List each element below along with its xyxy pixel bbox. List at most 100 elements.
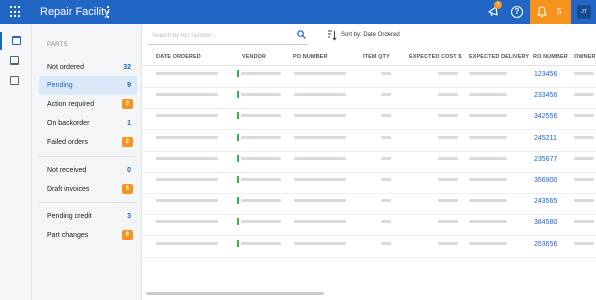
filter-panel: PARTS Not ordered 32 Pending 9 Action re… — [32, 24, 142, 300]
placeholder-bar — [381, 93, 391, 97]
filter-not-ordered[interactable]: Not ordered 32 — [39, 58, 137, 77]
filter-draft-invoices[interactable]: Draft invoices 5 — [39, 180, 137, 199]
filter-count-badge: 9 — [121, 230, 133, 240]
column-header[interactable]: OWNER — [574, 54, 596, 61]
column-header[interactable]: EXPECTED DELIVERY — [469, 54, 529, 61]
placeholder-bar — [156, 241, 218, 245]
ro-number-link[interactable]: 253656 — [534, 240, 557, 249]
filter-label: Not ordered — [47, 64, 84, 71]
notifications-button[interactable]: 5 — [530, 0, 571, 24]
user-avatar[interactable]: JT — [577, 5, 591, 19]
app-launcher-icon[interactable] — [10, 6, 22, 18]
filter-not-received[interactable]: Not received 0 — [39, 161, 137, 180]
placeholder-bar — [156, 199, 218, 203]
placeholder-bar — [574, 135, 594, 139]
placeholder-bar — [469, 72, 507, 75]
top-bar: Repair Facility 2 ? 5 JT — [0, 0, 596, 24]
placeholder-bar — [381, 72, 391, 75]
placeholder-bar — [294, 135, 346, 139]
placeholder-bar — [241, 241, 281, 245]
placeholder-bar — [438, 114, 458, 118]
horizontal-scrollbar[interactable] — [146, 292, 324, 295]
filter-on-backorder[interactable]: On backorder 1 — [39, 114, 137, 133]
placeholder-bar — [574, 220, 594, 224]
ro-number-link[interactable]: 356900 — [534, 176, 557, 185]
table-row[interactable]: 123456 — [142, 66, 596, 88]
placeholder-bar — [294, 199, 346, 203]
placeholder-bar — [294, 220, 346, 224]
table-row[interactable]: 245211 — [142, 130, 596, 152]
placeholder-bar — [241, 135, 281, 139]
filter-count-badge: 3 — [121, 99, 133, 109]
table-header: DATE ORDERED VENDOR PO NUMBER ITEM QTY E… — [142, 49, 596, 66]
filter-action-required[interactable]: Action required 3 — [39, 95, 137, 114]
placeholder-bar — [469, 220, 507, 224]
placeholder-bar — [241, 156, 281, 160]
ro-number-link[interactable]: 233456 — [534, 91, 557, 100]
placeholder-bar — [574, 114, 594, 118]
more-options-icon[interactable] — [106, 6, 110, 18]
notification-count: 5 — [557, 7, 562, 16]
rail-item-card-view[interactable] — [0, 52, 31, 70]
placeholder-bar — [381, 178, 391, 181]
rail-item-table-view[interactable] — [0, 32, 31, 50]
filter-divider — [39, 156, 137, 157]
table-row[interactable]: 235677 — [142, 151, 596, 173]
vendor-status-marker — [237, 70, 239, 77]
column-header[interactable]: RO NUMBER — [533, 54, 568, 61]
help-icon[interactable]: ? — [511, 6, 523, 18]
placeholder-bar — [469, 93, 507, 97]
vendor-status-marker — [237, 133, 239, 141]
ro-number-link[interactable]: 342556 — [534, 112, 557, 121]
filter-label: On backorder — [47, 120, 90, 127]
column-header[interactable]: PO NUMBER — [293, 54, 328, 61]
filter-count: 0 — [127, 167, 131, 174]
rail-item-documents[interactable] — [0, 72, 31, 90]
filter-pending[interactable]: Pending 9 — [39, 76, 137, 95]
column-header[interactable]: VENDOR — [242, 54, 266, 61]
placeholder-bar — [438, 199, 458, 203]
column-header[interactable]: EXPECTED COST $ — [409, 54, 462, 61]
ro-number-link[interactable]: 235677 — [534, 155, 557, 164]
table-row[interactable]: 233456 — [142, 87, 596, 110]
placeholder-bar — [156, 156, 218, 160]
table-row[interactable]: 243565 — [142, 193, 596, 216]
ro-number-link[interactable]: 123456 — [534, 70, 557, 79]
placeholder-bar — [156, 220, 218, 224]
filter-label: Failed orders — [47, 139, 88, 146]
ro-number-link[interactable]: 243565 — [534, 197, 557, 206]
search-input[interactable] — [148, 28, 288, 43]
column-header[interactable]: ITEM QTY — [363, 54, 390, 61]
search-bar — [148, 28, 308, 45]
filter-failed-orders[interactable]: Failed orders 2 — [39, 133, 137, 152]
table-row[interactable]: 253656 — [142, 236, 596, 258]
placeholder-bar — [438, 72, 458, 75]
search-icon[interactable] — [297, 30, 306, 39]
placeholder-bar — [469, 199, 507, 203]
placeholder-bar — [156, 135, 218, 139]
placeholder-bar — [438, 135, 458, 139]
table-row[interactable]: 356900 — [142, 172, 596, 194]
filter-count: 1 — [127, 120, 131, 127]
placeholder-bar — [156, 178, 218, 181]
placeholder-bar — [381, 135, 391, 139]
placeholder-bar — [241, 93, 281, 97]
column-header[interactable]: DATE ORDERED — [156, 54, 201, 61]
vendor-status-marker — [237, 176, 239, 183]
ro-number-link[interactable]: 384580 — [534, 218, 557, 227]
placeholder-bar — [469, 241, 507, 245]
table-row[interactable]: 384580 — [142, 214, 596, 237]
placeholder-bar — [438, 156, 458, 160]
filter-part-changes[interactable]: Part changes 9 — [39, 226, 137, 245]
vendor-status-marker — [237, 112, 239, 120]
filter-count: 32 — [123, 64, 131, 71]
placeholder-bar — [574, 72, 594, 75]
filter-count-badge: 5 — [121, 184, 133, 194]
table-row[interactable]: 342556 — [142, 108, 596, 131]
placeholder-bar — [469, 135, 507, 139]
placeholder-bar — [156, 72, 218, 75]
placeholder-bar — [294, 178, 346, 181]
ro-number-link[interactable]: 245211 — [534, 134, 557, 143]
filter-label: Part changes — [47, 232, 89, 239]
filter-pending-credit[interactable]: Pending credit 3 — [39, 207, 137, 226]
